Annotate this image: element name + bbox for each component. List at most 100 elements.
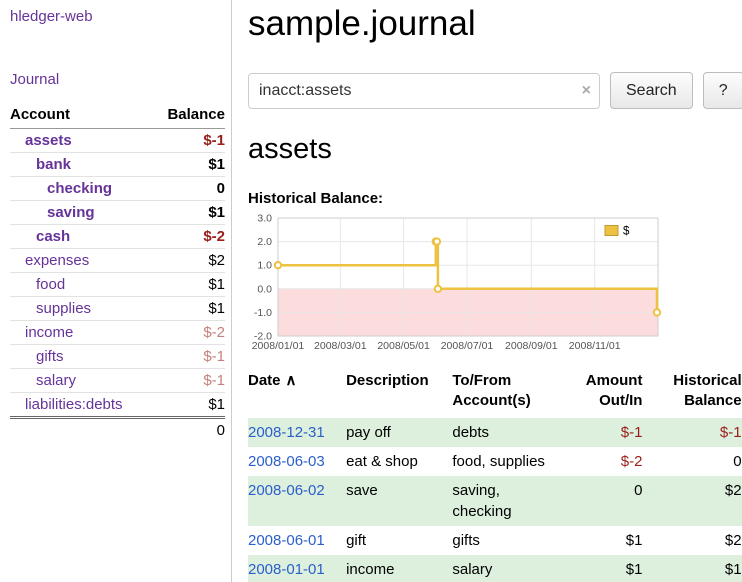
search-button[interactable]: Search xyxy=(610,72,693,109)
account-link[interactable]: liabilities:debts xyxy=(10,393,152,418)
accounts-table: Account Balance assets$-1bank$1checking0… xyxy=(10,104,225,442)
app: hledger-web Journal Account Balance asse… xyxy=(0,0,742,582)
x-tick-label: 2008/05/01 xyxy=(377,340,430,352)
historical-balance-chart: 3.02.01.00.0-1.0-2.02008/01/012008/03/01… xyxy=(248,213,662,355)
y-tick-label: 1.0 xyxy=(257,260,272,272)
transaction-accounts: food, supplies xyxy=(452,447,560,476)
account-link[interactable]: supplies xyxy=(10,297,152,321)
search-bar: × Search ? xyxy=(248,72,742,109)
account-row: income$-2 xyxy=(10,321,225,345)
accounts-total-spacer xyxy=(10,418,152,443)
transaction-description: save xyxy=(346,476,452,526)
transaction-balance: $2 xyxy=(644,476,742,526)
account-balance: $1 xyxy=(152,273,225,297)
col-header-date-label: Date xyxy=(248,372,281,389)
transaction-date-link[interactable]: 2008-06-03 xyxy=(248,453,325,470)
account-row: expenses$2 xyxy=(10,249,225,273)
transaction-balance: 0 xyxy=(644,447,742,476)
account-row: supplies$1 xyxy=(10,297,225,321)
sidebar: hledger-web Journal Account Balance asse… xyxy=(0,0,232,582)
transaction-description: gift xyxy=(346,526,452,555)
search-field-wrap: × xyxy=(248,73,600,109)
transaction-amount: $-1 xyxy=(561,418,645,447)
x-tick-label: 2008/09/01 xyxy=(505,340,558,352)
nav-journal-link[interactable]: Journal xyxy=(10,71,59,88)
transaction-balance: $2 xyxy=(644,526,742,555)
account-link[interactable]: bank xyxy=(10,153,152,177)
main-content: sample.journal × Search ? assets Histori… xyxy=(232,0,742,582)
transaction-amount: 0 xyxy=(561,476,645,526)
transaction-date-cell: 2008-06-01 xyxy=(248,526,346,555)
account-balance: $-1 xyxy=(152,369,225,393)
transaction-description: income xyxy=(346,555,452,582)
account-row: bank$1 xyxy=(10,153,225,177)
account-table-body: assets$-1bank$1checking0saving$1cash$-2e… xyxy=(10,129,225,418)
account-row: gifts$-1 xyxy=(10,345,225,369)
col-header-date[interactable]: Date ∧ xyxy=(248,369,346,418)
search-input[interactable] xyxy=(248,73,600,109)
page-title: sample.journal xyxy=(248,4,742,44)
accounts-header-balance: Balance xyxy=(152,104,225,129)
app-title-link[interactable]: hledger-web xyxy=(10,8,93,25)
account-row: liabilities:debts$1 xyxy=(10,393,225,418)
account-heading: assets xyxy=(248,133,742,166)
account-link[interactable]: gifts xyxy=(10,345,152,369)
account-link[interactable]: income xyxy=(10,321,152,345)
transaction-date-link[interactable]: 2008-12-31 xyxy=(248,424,325,441)
accounts-total-row: 0 xyxy=(10,418,225,443)
data-point-marker xyxy=(434,238,440,244)
account-link[interactable]: saving xyxy=(10,201,152,225)
register-row: 2008-06-02savesaving,checking0$2 xyxy=(248,476,742,526)
clear-search-icon[interactable]: × xyxy=(582,81,591,100)
x-tick-label: 2008/11/01 xyxy=(569,340,621,352)
transaction-accounts: salary xyxy=(452,555,560,582)
account-balance: $-1 xyxy=(152,345,225,369)
y-tick-label: -1.0 xyxy=(254,307,272,319)
register-table-body: 2008-12-31pay offdebts$-1$-12008-06-03ea… xyxy=(248,418,742,582)
register-row: 2008-12-31pay offdebts$-1$-1 xyxy=(248,418,742,447)
account-row: saving$1 xyxy=(10,201,225,225)
account-balance: $1 xyxy=(152,201,225,225)
account-link[interactable]: assets xyxy=(10,129,152,153)
account-link[interactable]: cash xyxy=(10,225,152,249)
account-balance: $1 xyxy=(152,153,225,177)
transaction-balance: $-1 xyxy=(644,418,742,447)
register-row: 2008-01-01incomesalary$1$1 xyxy=(248,555,742,582)
transaction-description: pay off xyxy=(346,418,452,447)
legend-label: $ xyxy=(623,226,630,238)
register-header-row: Date∧ Description To/From Account(s) Amo… xyxy=(248,369,742,418)
accounts-header-account: Account xyxy=(10,104,152,129)
account-link[interactable]: expenses xyxy=(10,249,152,273)
transaction-accounts: gifts xyxy=(452,526,560,555)
transaction-date-cell: 2008-12-31 xyxy=(248,418,346,447)
y-tick-label: 0.0 xyxy=(257,283,272,295)
help-button[interactable]: ? xyxy=(703,72,742,109)
account-row: food$1 xyxy=(10,273,225,297)
x-tick-label: 2008/01/01 xyxy=(252,340,305,352)
col-header-amount: Amount Out/In xyxy=(561,369,645,418)
account-balance: $1 xyxy=(152,393,225,418)
transaction-amount: $1 xyxy=(561,526,645,555)
sort-ascending-icon: ∧ xyxy=(286,372,297,389)
chart-title: Historical Balance: xyxy=(248,190,742,207)
transaction-amount: $1 xyxy=(561,555,645,582)
account-row: assets$-1 xyxy=(10,129,225,153)
transaction-date-link[interactable]: 2008-06-01 xyxy=(248,532,325,549)
transaction-date-link[interactable]: 2008-06-02 xyxy=(248,482,325,499)
account-balance: $-2 xyxy=(152,321,225,345)
account-balance: $-2 xyxy=(152,225,225,249)
account-link[interactable]: food xyxy=(10,273,152,297)
accounts-header-row: Account Balance xyxy=(10,104,225,129)
account-link[interactable]: salary xyxy=(10,369,152,393)
x-tick-label: 2008/07/01 xyxy=(441,340,494,352)
col-header-accounts: To/From Account(s) xyxy=(452,369,560,418)
x-tick-label: 2008/03/01 xyxy=(314,340,367,352)
transaction-date-link[interactable]: 2008-01-01 xyxy=(248,561,325,578)
transaction-date-cell: 2008-06-02 xyxy=(248,476,346,526)
y-tick-label: 3.0 xyxy=(257,213,272,225)
data-point-marker xyxy=(275,262,281,268)
register-table: Date∧ Description To/From Account(s) Amo… xyxy=(248,369,742,582)
account-link[interactable]: checking xyxy=(10,177,152,201)
data-point-marker xyxy=(654,309,660,315)
data-point-marker xyxy=(435,286,441,292)
